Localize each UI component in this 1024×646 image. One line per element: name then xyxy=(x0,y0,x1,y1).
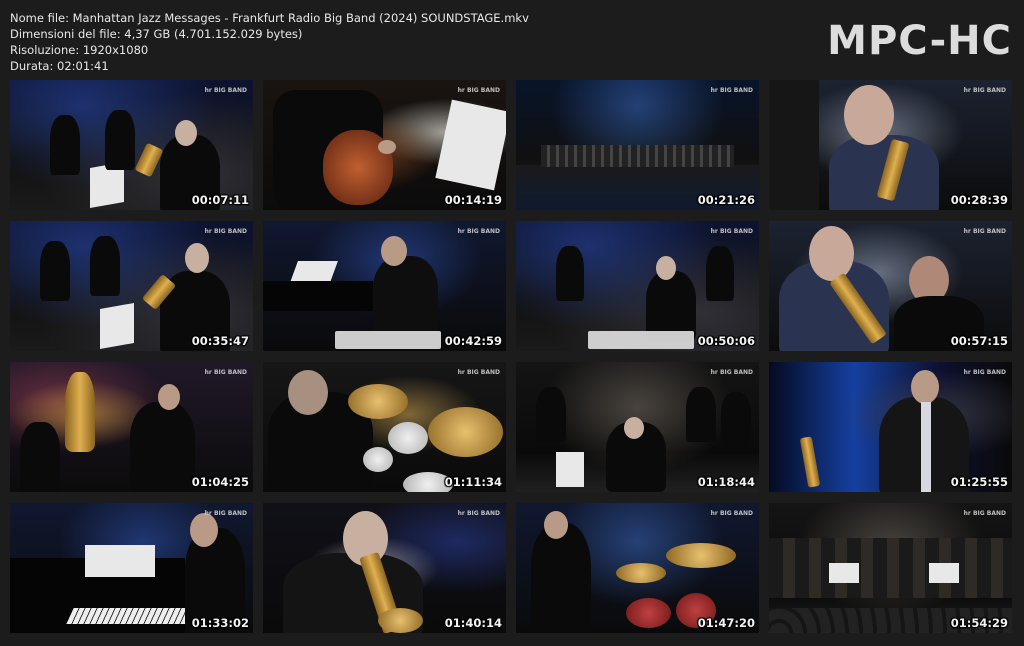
broadcast-watermark: hr BIG BAND xyxy=(204,510,247,517)
thumbnail-2[interactable]: hr BIG BAND 00:14:19 xyxy=(263,80,506,210)
thumbnail-timestamp: 00:42:59 xyxy=(444,334,502,348)
thumbnail-6[interactable]: hr BIG BAND 00:42:59 xyxy=(263,221,506,351)
broadcast-watermark: hr BIG BAND xyxy=(457,228,500,235)
thumbnail-timestamp: 00:21:26 xyxy=(697,193,755,207)
broadcast-watermark: hr BIG BAND xyxy=(457,510,500,517)
thumbnail-timestamp: 01:40:14 xyxy=(444,616,502,630)
broadcast-watermark: hr BIG BAND xyxy=(963,510,1006,517)
thumbnail-12[interactable]: hr BIG BAND 01:25:55 xyxy=(769,362,1012,492)
broadcast-watermark: hr BIG BAND xyxy=(963,228,1006,235)
thumbnail-timestamp: 01:11:34 xyxy=(444,475,502,489)
thumbnail-1[interactable]: hr BIG BAND 00:07:11 xyxy=(10,80,253,210)
thumbnail-timestamp: 01:54:29 xyxy=(950,616,1008,630)
thumbnail-16[interactable]: hr BIG BAND 01:54:29 xyxy=(769,503,1012,633)
file-info: Nome file: Manhattan Jazz Messages - Fra… xyxy=(10,10,529,74)
thumbnail-grid: hr BIG BAND 00:07:11 hr BIG BAND 00:14:1… xyxy=(10,80,1012,633)
thumbnail-15[interactable]: hr BIG BAND 01:47:20 xyxy=(516,503,759,633)
resolution: Risoluzione: 1920x1080 xyxy=(10,43,149,57)
thumbnail-timestamp: 00:50:06 xyxy=(697,334,755,348)
thumbnail-timestamp: 00:14:19 xyxy=(444,193,502,207)
thumbnail-timestamp: 01:33:02 xyxy=(191,616,249,630)
broadcast-watermark: hr BIG BAND xyxy=(710,87,753,94)
broadcast-watermark: hr BIG BAND xyxy=(204,228,247,235)
thumbnail-timestamp: 01:47:20 xyxy=(697,616,755,630)
thumbnail-timestamp: 00:35:47 xyxy=(191,334,249,348)
broadcast-watermark: hr BIG BAND xyxy=(710,228,753,235)
app-logo: MPC-HC xyxy=(827,18,1012,64)
thumbnail-timestamp: 01:25:55 xyxy=(950,475,1008,489)
broadcast-watermark: hr BIG BAND xyxy=(457,87,500,94)
thumbnail-timestamp: 00:28:39 xyxy=(950,193,1008,207)
broadcast-watermark: hr BIG BAND xyxy=(963,369,1006,376)
thumbnail-9[interactable]: hr BIG BAND 01:04:25 xyxy=(10,362,253,492)
thumbnail-11[interactable]: hr BIG BAND 01:18:44 xyxy=(516,362,759,492)
thumbnail-timestamp: 01:04:25 xyxy=(191,475,249,489)
file-name: Nome file: Manhattan Jazz Messages - Fra… xyxy=(10,11,529,25)
broadcast-watermark: hr BIG BAND xyxy=(963,87,1006,94)
broadcast-watermark: hr BIG BAND xyxy=(204,369,247,376)
thumbnail-14[interactable]: hr BIG BAND 01:40:14 xyxy=(263,503,506,633)
duration: Durata: 02:01:41 xyxy=(10,59,109,73)
broadcast-watermark: hr BIG BAND xyxy=(204,87,247,94)
thumbnail-10[interactable]: hr BIG BAND 01:11:34 xyxy=(263,362,506,492)
thumbnail-5[interactable]: hr BIG BAND 00:35:47 xyxy=(10,221,253,351)
broadcast-watermark: hr BIG BAND xyxy=(457,369,500,376)
thumbnail-timestamp: 01:18:44 xyxy=(697,475,755,489)
thumbnail-7[interactable]: hr BIG BAND 00:50:06 xyxy=(516,221,759,351)
thumbnail-timestamp: 00:07:11 xyxy=(191,193,249,207)
file-size: Dimensioni del file: 4,37 GB (4.701.152.… xyxy=(10,27,303,41)
thumbnail-timestamp: 00:57:15 xyxy=(950,334,1008,348)
thumbnail-3[interactable]: hr BIG BAND 00:21:26 xyxy=(516,80,759,210)
thumbnail-4[interactable]: hr BIG BAND 00:28:39 xyxy=(769,80,1012,210)
broadcast-watermark: hr BIG BAND xyxy=(710,369,753,376)
thumbnail-13[interactable]: hr BIG BAND 01:33:02 xyxy=(10,503,253,633)
broadcast-watermark: hr BIG BAND xyxy=(710,510,753,517)
thumbnail-8[interactable]: hr BIG BAND 00:57:15 xyxy=(769,221,1012,351)
